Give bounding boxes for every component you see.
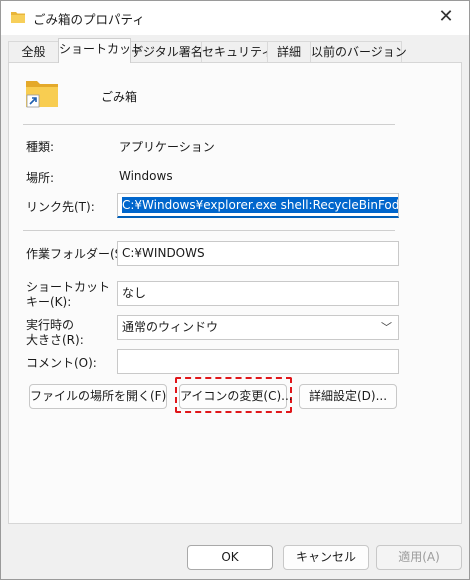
- tab-strip: 全般 ショートカット デジタル署名 セキュリティ 詳細 以前のバージョン: [1, 38, 469, 63]
- divider: [23, 230, 395, 231]
- tab-security[interactable]: セキュリティ: [201, 41, 273, 62]
- advanced-button[interactable]: 詳細設定(D)...: [299, 384, 397, 409]
- target-label: リンク先(T):: [26, 200, 95, 214]
- run-size-value: 通常のウィンドウ: [122, 320, 219, 334]
- tab-previous-versions[interactable]: 以前のバージョン: [310, 41, 407, 62]
- shortcut-key-value: なし: [122, 286, 147, 300]
- title-bar: ごみ箱のプロパティ ✕: [1, 1, 469, 35]
- shortcut-name: ごみ箱: [101, 90, 138, 104]
- folder-icon: [10, 10, 26, 24]
- workdir-label: 作業フォルダー(S):: [26, 247, 132, 261]
- close-button[interactable]: ✕: [431, 3, 461, 31]
- properties-window: ごみ箱のプロパティ ✕ 全般 ショートカット デジタル署名 セキュリティ 詳細 …: [0, 0, 470, 580]
- shortcut-key-input[interactable]: なし: [117, 281, 399, 306]
- tab-shortcut[interactable]: ショートカット: [58, 38, 143, 63]
- run-size-dropdown[interactable]: 通常のウィンドウ ﹀: [117, 315, 399, 340]
- apply-button[interactable]: 適用(A): [376, 545, 462, 570]
- target-value: C:¥Windows¥explorer.exe shell:RecycleBin…: [122, 197, 398, 213]
- location-value: Windows: [119, 169, 173, 183]
- comment-input[interactable]: [117, 349, 399, 374]
- shortcut-panel: ごみ箱 種類: アプリケーション 場所: Windows リンク先(T): C:…: [8, 62, 462, 524]
- location-label: 場所:: [26, 171, 55, 185]
- chevron-down-icon: ﹀: [381, 321, 392, 334]
- type-label: 種類:: [26, 140, 55, 154]
- run-label-2: 大きさ(R):: [26, 333, 84, 347]
- workdir-input[interactable]: C:¥WINDOWS: [117, 241, 399, 266]
- change-icon-button[interactable]: アイコンの変更(C)...: [179, 384, 293, 409]
- tab-general[interactable]: 全般: [8, 41, 59, 62]
- workdir-value: C:¥WINDOWS: [122, 246, 205, 260]
- type-value: アプリケーション: [119, 140, 215, 154]
- divider: [23, 124, 395, 125]
- shortcut-key-label-2: キー(K):: [26, 295, 72, 309]
- tab-details[interactable]: 詳細: [267, 41, 311, 62]
- comment-label: コメント(O):: [26, 356, 97, 370]
- open-file-location-button[interactable]: ファイルの場所を開く(F): [29, 384, 167, 409]
- window-title: ごみ箱のプロパティ: [33, 12, 145, 27]
- cancel-button[interactable]: キャンセル: [283, 545, 369, 570]
- folder-shortcut-icon: [25, 78, 59, 108]
- target-input[interactable]: C:¥Windows¥explorer.exe shell:RecycleBin…: [117, 193, 399, 218]
- ok-button[interactable]: OK: [187, 545, 273, 570]
